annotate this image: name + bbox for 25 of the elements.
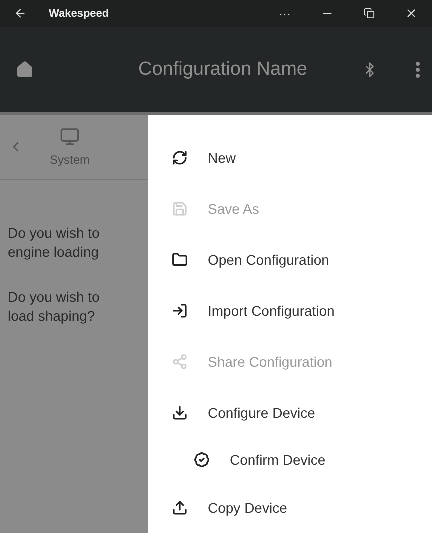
- download-icon: [172, 405, 188, 422]
- app-title: Configuration Name: [138, 58, 308, 80]
- menu-item[interactable]: New: [148, 133, 432, 184]
- question-text: Do you wish to load shaping?: [7, 288, 101, 326]
- share-icon: [172, 354, 188, 370]
- folder-icon: [172, 252, 188, 268]
- check-badge-icon: [194, 452, 210, 468]
- window-title: Wakespeed: [49, 8, 110, 20]
- menu-item[interactable]: Confirm Device: [148, 438, 432, 482]
- import-icon: [172, 303, 188, 320]
- more-button[interactable]: ···: [271, 6, 299, 20]
- menu-item[interactable]: Import Configuration: [148, 286, 432, 337]
- menu-item[interactable]: Configure Device: [148, 388, 432, 439]
- tab-label: System: [50, 153, 90, 167]
- more-vertical-icon: [416, 62, 420, 78]
- upload-icon: [172, 500, 188, 516]
- refresh-icon: [172, 150, 188, 166]
- back-arrow-icon: [14, 7, 27, 20]
- monitor-icon: [60, 127, 80, 147]
- close-icon: [405, 7, 418, 20]
- question-text: Do you wish to engine loading: [7, 224, 101, 262]
- restore-icon: [364, 8, 375, 19]
- home-icon: [16, 60, 34, 78]
- menu-item[interactable]: Copy Device: [148, 482, 432, 533]
- menu-item[interactable]: Open Configuration: [148, 234, 432, 286]
